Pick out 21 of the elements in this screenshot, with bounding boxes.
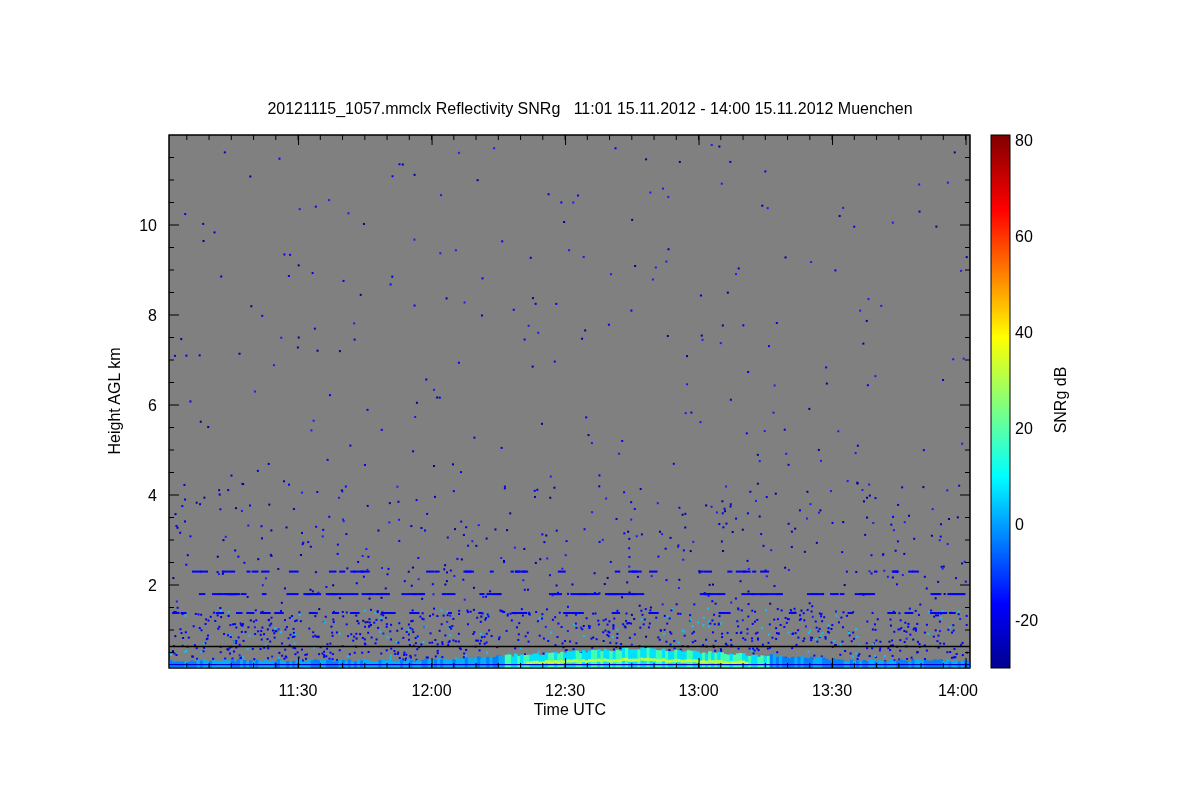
y-tick-label: 4	[148, 487, 157, 504]
colorbar-tick-label: 20	[1015, 420, 1033, 437]
x-tick-label: 12:30	[545, 682, 586, 699]
y-tick-label: 2	[148, 577, 157, 594]
x-tick-label: 11:30	[278, 682, 318, 699]
y-tick-label: 10	[139, 217, 157, 234]
plot-title: 20121115_1057.mmclx Reflectivity SNRg 11:01 15.11.2012 - 14:00 15.11.2012 Muenchen	[267, 100, 913, 117]
x-tick-label: 13:30	[812, 682, 853, 699]
y-tick-label: 6	[148, 397, 157, 414]
colorbar-tick-label: -20	[1015, 612, 1039, 629]
colorbar-label: SNRg dB	[1052, 366, 1069, 434]
x-axis-label: Time UTC	[533, 701, 607, 718]
colorbar-tick-label: 80	[1015, 132, 1033, 149]
x-tick-label: 14:00	[938, 682, 978, 699]
y-axis-label: Height AGL km	[106, 347, 123, 455]
colorbar-tick-label: 0	[1015, 516, 1024, 533]
x-tick-label: 12:00	[411, 682, 452, 699]
colorbar-tick-label: 40	[1015, 324, 1033, 341]
y-tick-label: 8	[148, 307, 157, 324]
colorbar-tick-label: 60	[1015, 228, 1033, 245]
x-tick-label: 13:00	[678, 682, 719, 699]
